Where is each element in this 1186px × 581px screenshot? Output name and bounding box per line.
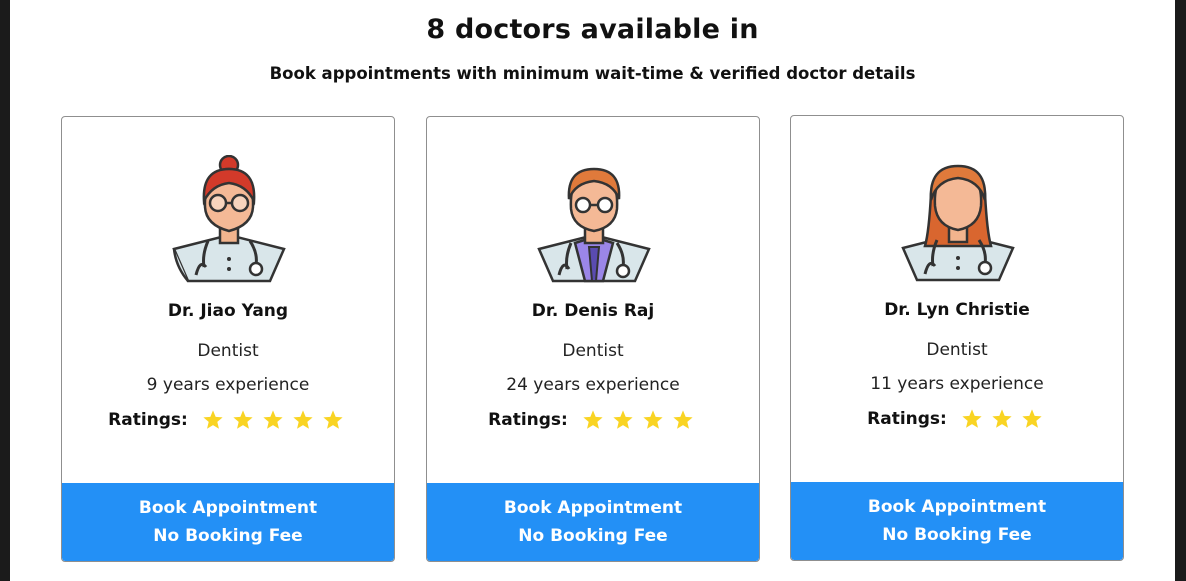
booking-fee-label: No Booking Fee <box>518 526 668 546</box>
doctor-specialty: Dentist <box>562 341 624 361</box>
star-icon <box>992 409 1012 428</box>
female-doctor-red-hair-glasses-icon <box>172 155 286 283</box>
book-appointment-button[interactable]: Book Appointment No Booking Fee <box>427 483 759 561</box>
booking-fee-label: No Booking Fee <box>153 526 303 546</box>
doctor-card: Dr. Denis Raj Dentist 24 years experienc… <box>426 116 760 562</box>
star-icon <box>583 410 603 429</box>
ratings-label: Ratings: <box>867 409 947 429</box>
ratings-row: Ratings: <box>62 409 394 431</box>
doctor-experience: 11 years experience <box>870 374 1044 394</box>
ratings-label: Ratings: <box>108 410 188 430</box>
star-icon <box>293 410 313 429</box>
star-icon <box>203 410 223 429</box>
doctor-experience: 24 years experience <box>506 375 680 395</box>
book-button-label: Book Appointment <box>503 498 683 518</box>
star-icon <box>323 410 343 429</box>
star-icon <box>233 410 253 429</box>
star-icon <box>263 410 283 429</box>
doctor-specialty: Dentist <box>926 340 988 360</box>
doctor-experience: 9 years experience <box>146 375 310 395</box>
star-rating <box>578 409 698 431</box>
ratings-label: Ratings: <box>488 410 568 430</box>
doctor-card: Dr. Lyn Christie Dentist 11 years experi… <box>790 115 1124 561</box>
book-appointment-button[interactable]: Book Appointment No Booking Fee <box>791 482 1123 560</box>
star-rating <box>198 409 348 431</box>
star-icon <box>962 409 982 428</box>
star-icon <box>613 410 633 429</box>
page-title: 8 doctors available in <box>426 14 759 45</box>
female-doctor-icon <box>901 164 1015 282</box>
doctor-name: Dr. Denis Raj <box>531 301 655 321</box>
doctor-card: Dr. Jiao Yang Dentist 9 years experience… <box>61 116 395 562</box>
star-icon <box>1022 409 1042 428</box>
doctors-page: 8 doctors available in Book appointments… <box>10 0 1175 581</box>
doctor-specialty: Dentist <box>197 341 259 361</box>
doctor-name: Dr. Lyn Christie <box>884 300 1030 320</box>
star-icon <box>673 410 693 429</box>
book-button-label: Book Appointment <box>867 497 1047 517</box>
ratings-row: Ratings: <box>427 409 759 431</box>
star-rating <box>957 408 1047 430</box>
doctor-name: Dr. Jiao Yang <box>167 301 289 321</box>
booking-fee-label: No Booking Fee <box>882 525 1032 545</box>
male-doctor-glasses-icon <box>537 167 651 283</box>
ratings-row: Ratings: <box>791 408 1123 430</box>
book-button-label: Book Appointment <box>138 498 318 518</box>
book-appointment-button[interactable]: Book Appointment No Booking Fee <box>62 483 394 561</box>
star-icon <box>643 410 663 429</box>
page-subtitle: Book appointments with minimum wait-time… <box>269 64 916 83</box>
